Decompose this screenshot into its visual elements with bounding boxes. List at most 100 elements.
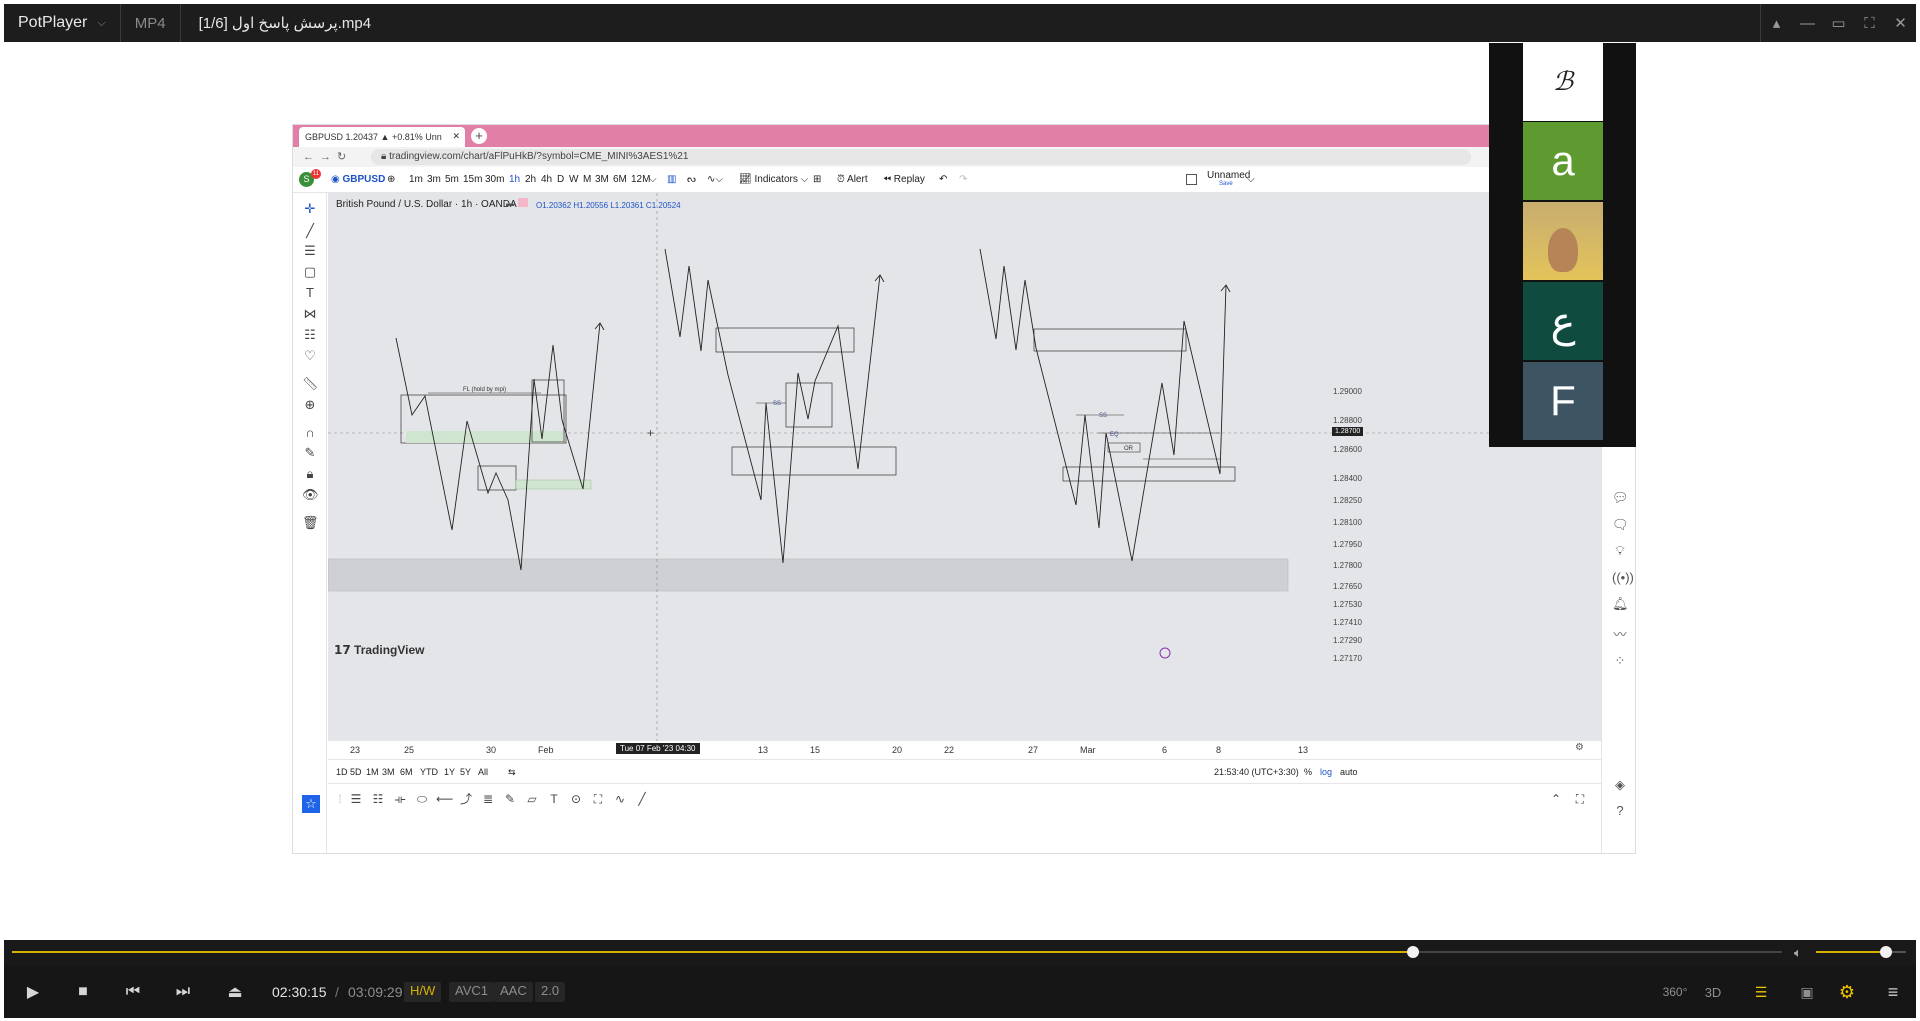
screener-icon[interactable]: ⁘: [1612, 653, 1628, 669]
text-icon[interactable]: T: [302, 285, 318, 301]
streams-icon[interactable]: ((•)): [1612, 570, 1634, 586]
hw-badge[interactable]: H/W: [404, 982, 442, 1002]
range-1y[interactable]: 1Y: [444, 767, 455, 777]
interval-5m[interactable]: 5m: [445, 174, 459, 185]
rectangle-icon[interactable]: ▢: [302, 264, 318, 280]
pattern-icon[interactable]: ⋈: [302, 306, 318, 322]
collapse-up-icon[interactable]: ⌃: [1548, 791, 1564, 807]
range-all[interactable]: All: [478, 767, 488, 777]
interval-1m[interactable]: 1m: [409, 174, 423, 185]
stay-drawing-icon[interactable]: ✎: [302, 445, 318, 461]
favorite-star-icon[interactable]: ☆: [302, 795, 320, 813]
layout-save[interactable]: Save: [1219, 181, 1233, 187]
magnet-icon[interactable]: ∩: [302, 425, 318, 441]
symbol-search[interactable]: ◉ GBPUSD: [331, 174, 385, 185]
ruler-icon[interactable]: 📏︎: [302, 376, 319, 392]
interval-30m[interactable]: 30m: [485, 174, 504, 185]
volume-bar[interactable]: [1816, 946, 1906, 958]
lock-icon[interactable]: 🔒︎: [302, 466, 318, 482]
menu-icon[interactable]: ≡: [1880, 980, 1906, 1004]
chevron-down-icon[interactable]: ⌵: [1247, 174, 1255, 185]
ray-icon[interactable]: ☷: [370, 791, 386, 807]
callout-icon[interactable]: ▱: [524, 791, 540, 807]
zoom-in-icon[interactable]: ⊕: [302, 397, 318, 413]
potplayer-menu-button[interactable]: PotPlayer ⌵: [4, 4, 121, 42]
participant-tile[interactable]: ع: [1523, 282, 1603, 360]
prediction-icon[interactable]: ☷: [302, 327, 318, 343]
arrow-line-icon[interactable]: ⟵: [436, 791, 453, 807]
interval-1h[interactable]: 1h: [509, 174, 520, 185]
range-3m[interactable]: 3M: [382, 767, 395, 777]
layout-checkbox[interactable]: [1186, 174, 1197, 185]
participant-tile[interactable]: ℬ: [1523, 43, 1603, 121]
range-5y[interactable]: 5Y: [460, 767, 471, 777]
volume-handle[interactable]: [1880, 946, 1893, 958]
redo-icon[interactable]: ↷: [959, 174, 967, 185]
audio-codec-badge[interactable]: AAC: [494, 982, 533, 1002]
crossline-icon[interactable]: ⟛: [392, 791, 408, 807]
layouts-grid-icon[interactable]: ⊞: [813, 174, 821, 185]
brush-icon[interactable]: ✎: [502, 791, 518, 807]
date-range-icon[interactable]: ⇆: [508, 767, 516, 778]
range-ytd[interactable]: YTD: [420, 767, 438, 777]
anchor-icon[interactable]: ⊙: [568, 791, 584, 807]
nav-buttons[interactable]: ←→↻: [303, 150, 352, 163]
alerts-bell-icon[interactable]: 🔔︎: [1612, 596, 1629, 612]
seek-bar[interactable]: [12, 946, 1782, 958]
eject-icon[interactable]: ⏏︎: [222, 979, 248, 1005]
pin-icon[interactable]: ▴: [1761, 4, 1792, 42]
audio-channels-badge[interactable]: 2.0: [535, 982, 566, 1002]
fib-icon[interactable]: ☰: [302, 243, 318, 259]
participant-tile[interactable]: F: [1523, 362, 1603, 440]
help-icon[interactable]: ?: [1612, 803, 1628, 819]
close-icon[interactable]: ✕: [1885, 4, 1916, 42]
trend-line-icon[interactable]: ╱: [302, 223, 318, 239]
video-codec-badge[interactable]: AVC1: [449, 982, 494, 1002]
volume-icon[interactable]: 🔈︎: [1794, 945, 1802, 961]
line-type-icon[interactable]: ∿⌵: [707, 174, 723, 185]
layout-name[interactable]: Unnamed: [1207, 170, 1250, 181]
interval-12M[interactable]: 12M: [631, 174, 650, 185]
expand-icon[interactable]: ⛶: [1572, 791, 1588, 807]
bar-style-icon[interactable]: ▥: [667, 174, 676, 185]
alert-button[interactable]: ⏰︎ Alert: [837, 174, 868, 185]
maximize-icon[interactable]: ▭: [1823, 4, 1854, 42]
scale-option-log[interactable]: log: [1320, 767, 1332, 777]
interval-3m[interactable]: 3m: [427, 174, 441, 185]
minimize-icon[interactable]: —: [1792, 4, 1823, 42]
interval-M[interactable]: M: [583, 174, 591, 185]
play-icon[interactable]: ▶: [20, 979, 46, 1005]
seek-handle[interactable]: [1406, 946, 1419, 958]
settings-gear-icon[interactable]: ⚙: [1834, 980, 1860, 1004]
interval-W[interactable]: W: [569, 174, 578, 185]
interval-D[interactable]: D: [557, 174, 564, 185]
layers-icon[interactable]: ◈: [1612, 777, 1628, 793]
comments-icon[interactable]: 🗨︎: [1612, 517, 1629, 533]
time-total[interactable]: 03:09:29: [348, 984, 403, 1000]
stop-icon[interactable]: ■: [70, 979, 96, 1005]
chat-icon[interactable]: 💬︎: [1612, 490, 1629, 506]
replay-button[interactable]: ⏪︎ Replay: [883, 174, 925, 185]
chart-area[interactable]: British Pound / U.S. Dollar · 1h · OANDA…: [328, 193, 1601, 741]
eye-icon[interactable]: 👁︎: [302, 487, 319, 503]
fullscreen-icon[interactable]: ⛶: [1854, 4, 1885, 42]
undo-icon[interactable]: ↶: [939, 174, 947, 185]
axis-settings-gear-icon[interactable]: ⚙: [1575, 742, 1584, 753]
interval-2h[interactable]: 2h: [525, 174, 536, 185]
interval-4h[interactable]: 4h: [541, 174, 552, 185]
participant-tile[interactable]: a: [1523, 122, 1603, 200]
3d-icon[interactable]: 3D: [1700, 980, 1726, 1004]
previous-icon[interactable]: ⏮︎: [120, 979, 146, 1005]
trash-icon[interactable]: 🗑︎: [302, 515, 319, 531]
ideas-bulb-icon[interactable]: 💡︎: [1612, 543, 1628, 559]
trend-icon[interactable]: 〰: [1612, 627, 1628, 643]
scale-option-auto[interactable]: auto: [1340, 767, 1358, 777]
subtitle-icon[interactable]: ▣: [1794, 980, 1820, 1004]
text-icon[interactable]: T: [546, 791, 562, 807]
rectangle-icon[interactable]: ⛶: [590, 791, 606, 807]
chevron-down-icon[interactable]: ⌵: [649, 174, 657, 185]
fib-icon[interactable]: ≣: [480, 791, 496, 807]
browser-tab[interactable]: GBPUSD 1.20437 ▲ +0.81% Unn ✕: [299, 127, 465, 147]
360-icon[interactable]: 360°: [1662, 980, 1688, 1004]
new-tab-button[interactable]: +: [471, 128, 487, 144]
